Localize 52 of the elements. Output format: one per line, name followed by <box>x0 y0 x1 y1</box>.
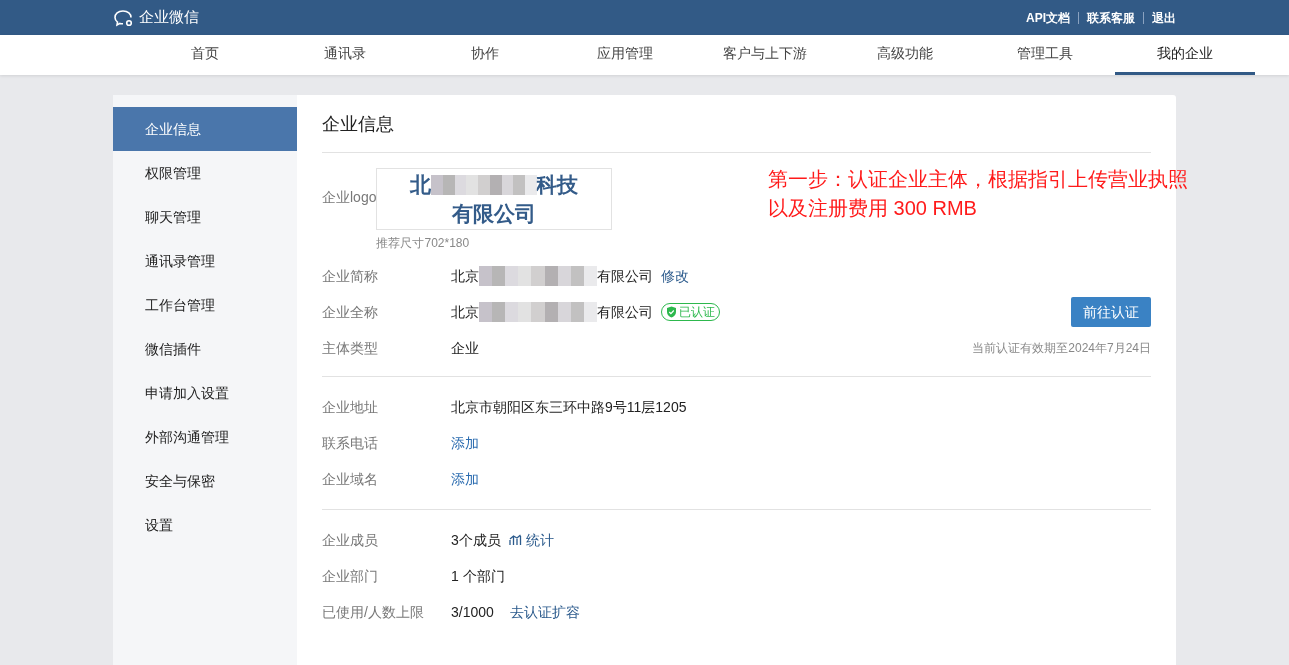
sidebar-item[interactable]: 申请加入设置 <box>113 371 297 415</box>
add-link[interactable]: 添加 <box>451 468 479 490</box>
nav-tab[interactable]: 应用管理 <box>555 35 695 75</box>
field-label: 企业全称 <box>322 302 379 322</box>
field-label: 企业部门 <box>322 566 379 586</box>
upgrade-link[interactable]: 去认证扩容 <box>509 601 580 623</box>
header-link[interactable]: 联系客服 <box>1087 8 1135 27</box>
field-value: 北京 有限公司 <box>451 265 653 287</box>
sidebar-item[interactable]: 权限管理 <box>113 151 297 195</box>
nav-tab[interactable]: 首页 <box>135 35 275 75</box>
field-label: 主体类型 <box>322 338 379 358</box>
sidebar-item[interactable]: 工作台管理 <box>113 283 297 327</box>
validity-text: 当前认证有效期至2024年7月24日 <box>972 340 1151 357</box>
sidebar-item[interactable]: 外部沟通管理 <box>113 415 297 459</box>
field-value: 3/1000 <box>451 602 494 622</box>
field-value: 北京市朝阳区东三环中路9号11层1205 <box>451 397 687 417</box>
header-link[interactable]: 退出 <box>1152 8 1176 27</box>
field-value: 3个成员 <box>451 530 501 550</box>
field-label: 企业logo <box>322 189 377 205</box>
field-label: 企业简称 <box>322 266 379 286</box>
sidebar-item[interactable]: 微信插件 <box>113 327 297 371</box>
nav-tab[interactable]: 我的企业 <box>1115 35 1255 75</box>
field-value: 北京 有限公司 <box>451 301 653 323</box>
sidebar-item[interactable]: 通讯录管理 <box>113 239 297 283</box>
company-logo: 北 科技 有限公司 <box>376 168 613 230</box>
field-label: 已使用/人数上限 <box>322 602 425 622</box>
stats-link[interactable]: 统计 <box>508 529 554 551</box>
edit-link[interactable]: 修改 <box>661 265 689 287</box>
brand-name: 企业微信 <box>139 7 199 28</box>
field-value: 1 个部门 <box>451 566 505 586</box>
nav-tab[interactable]: 通讯录 <box>275 35 415 75</box>
field-label: 企业域名 <box>322 469 379 489</box>
nav-tab[interactable]: 管理工具 <box>975 35 1115 75</box>
nav-tab[interactable]: 高级功能 <box>835 35 975 75</box>
sidebar-item[interactable]: 企业信息 <box>113 107 297 151</box>
sidebar-item[interactable]: 设置 <box>113 503 297 547</box>
nav-tab[interactable]: 客户与上下游 <box>695 35 835 75</box>
field-value: 企业 <box>451 338 479 358</box>
chat-bubble-icon <box>113 8 135 27</box>
nav-tab[interactable]: 协作 <box>415 35 555 75</box>
field-label: 联系电话 <box>322 433 379 453</box>
bar-chart-icon <box>508 534 522 546</box>
field-label: 企业成员 <box>322 530 379 550</box>
annotation-text: 第一步：认证企业主体，根据指引上传营业执照 以及注册费用 300 RMB <box>768 167 1188 221</box>
sidebar-item[interactable]: 聊天管理 <box>113 195 297 239</box>
field-label: 企业地址 <box>322 397 379 417</box>
logo-size-hint: 推荐尺寸702*180 <box>376 235 471 252</box>
add-link[interactable]: 添加 <box>451 432 479 454</box>
sidebar-item[interactable]: 安全与保密 <box>113 459 297 503</box>
page-title: 企业信息 <box>322 113 394 136</box>
header-link[interactable]: API文档 <box>1026 8 1070 27</box>
verify-button[interactable]: 前往认证 <box>1071 297 1151 327</box>
